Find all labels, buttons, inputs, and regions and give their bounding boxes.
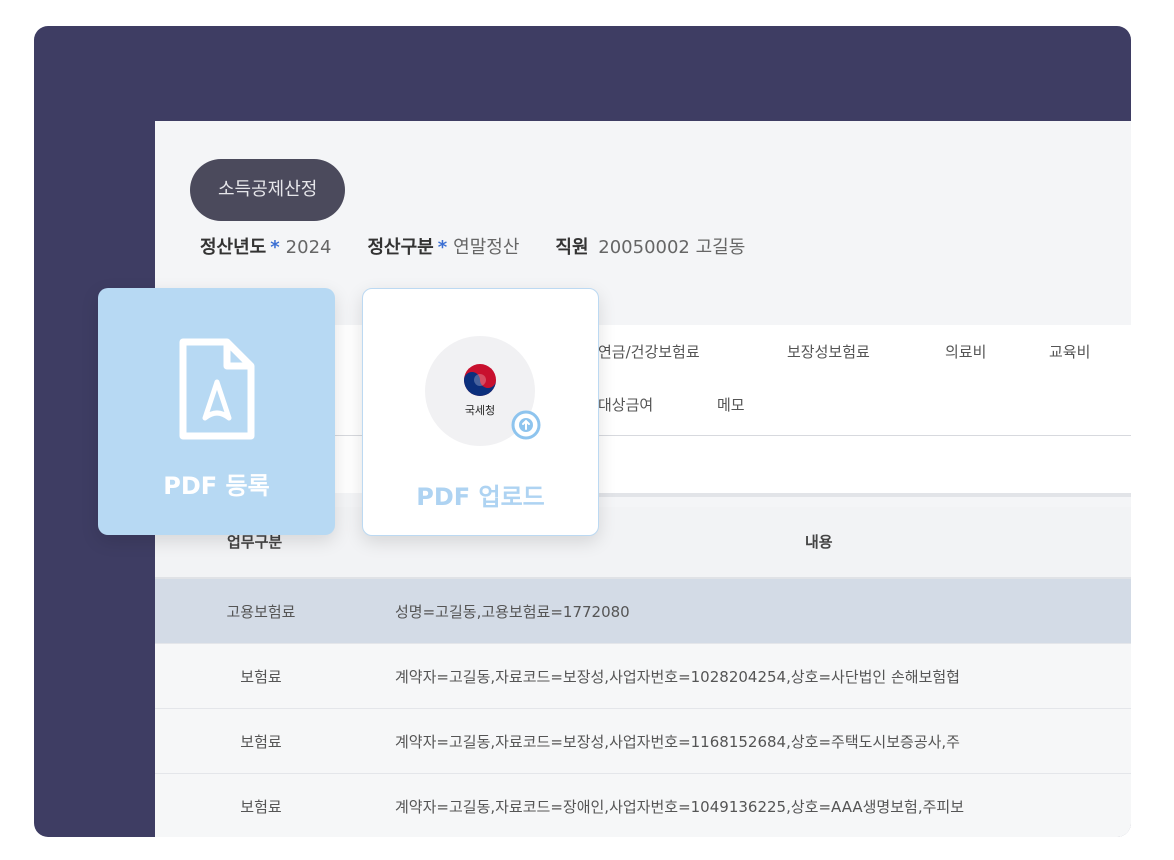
settlement-meta: 정산년도 * 2024 정산구분 * 연말정산 직원 20050002 고길동 [200, 233, 745, 259]
meta-employee-label: 직원 [555, 237, 589, 258]
meta-year: 정산년도 * 2024 [200, 233, 331, 259]
upload-arrow-icon [511, 410, 541, 440]
cell-category: 보험료 [240, 733, 282, 751]
table-body: 고용보험료 성명=고길동,고용보험료=1772080 보험료 계약자=고길동,자… [155, 579, 1131, 837]
tab-education[interactable]: 교육비 [1049, 341, 1090, 362]
header-content: 내용 [805, 533, 833, 551]
pdf-file-icon [177, 338, 257, 442]
cell-content: 계약자=고길동,자료코드=보장성,사업자번호=1028204254,상호=사단법… [395, 668, 960, 686]
pdf-register-label: PDF 등록 [163, 472, 270, 500]
table-row[interactable]: 보험료 계약자=고길동,자료코드=장애인,사업자번호=1049136225,상호… [155, 774, 1131, 837]
tab-pension-health[interactable]: 연금/건강보험료 [598, 341, 700, 362]
tab-target-salary[interactable]: 대상금여 [598, 394, 653, 415]
cell-content: 성명=고길동,고용보험료=1772080 [395, 603, 630, 621]
meta-employee: 직원 20050002 고길동 [555, 233, 745, 259]
meta-type-label: 정산구분 [367, 237, 434, 258]
tab-memo[interactable]: 메모 [717, 394, 745, 415]
meta-year-label: 정산년도 [200, 237, 267, 258]
tab-protection-insurance[interactable]: 보장성보험료 [787, 341, 870, 362]
meta-type: 정산구분 * 연말정산 [367, 233, 519, 259]
table-row[interactable]: 고용보험료 성명=고길동,고용보험료=1772080 [155, 579, 1131, 644]
table-row[interactable]: 보험료 계약자=고길동,자료코드=보장성,사업자번호=1168152684,상호… [155, 709, 1131, 774]
cell-category: 고용보험료 [226, 603, 296, 621]
tab-medical[interactable]: 의료비 [945, 341, 986, 362]
pdf-upload-label: PDF 업로드 [416, 483, 545, 511]
page-title: 소득공제산정 [190, 159, 346, 221]
meta-type-value: 연말정산 [453, 237, 520, 258]
pdf-register-button[interactable]: PDF 등록 [98, 288, 335, 535]
required-mark: * [270, 237, 280, 258]
cell-content: 계약자=고길동,자료코드=보장성,사업자번호=1168152684,상호=주택도… [395, 733, 960, 751]
cell-content: 계약자=고길동,자료코드=장애인,사업자번호=1049136225,상호=AAA… [395, 798, 965, 816]
table-row[interactable]: 보험료 계약자=고길동,자료코드=보장성,사업자번호=1028204254,상호… [155, 644, 1131, 709]
required-mark: * [437, 237, 448, 258]
meta-employee-value: 20050002 고길동 [598, 237, 746, 258]
pdf-upload-button[interactable]: 국세청 PDF 업로드 [362, 288, 599, 536]
cell-category: 보험료 [240, 798, 282, 816]
cell-category: 보험료 [240, 668, 282, 686]
meta-year-value: 2024 [285, 237, 332, 258]
